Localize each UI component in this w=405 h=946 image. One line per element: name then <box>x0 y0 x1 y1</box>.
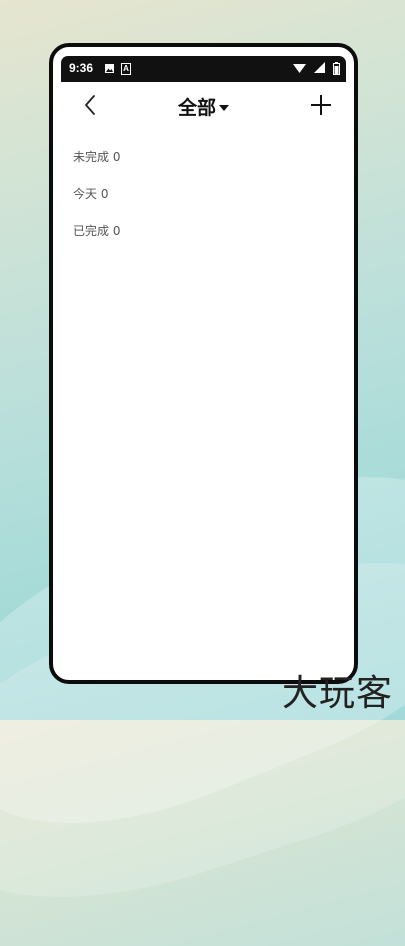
battery-icon <box>333 62 340 75</box>
title-dropdown[interactable]: 全部 <box>61 93 346 120</box>
page-title[interactable]: 全部 <box>178 93 216 120</box>
list-item-today[interactable]: 今天 0 <box>73 184 333 221</box>
phone-frame: 9:36 A 全部 未完成 0 今天 0 已完成 0 <box>49 43 358 684</box>
add-button[interactable] <box>306 90 336 120</box>
a-icon: A <box>121 63 131 75</box>
app-bar: 全部 <box>61 82 346 130</box>
status-time: 9:36 <box>69 61 94 75</box>
caret-down-icon[interactable] <box>219 104 229 112</box>
status-bar: 9:36 A <box>61 56 346 82</box>
plus-icon <box>311 95 331 115</box>
list-item-incomplete[interactable]: 未完成 0 <box>73 147 333 184</box>
image-icon <box>105 64 114 73</box>
watermark-logo: 大玩客 <box>281 673 393 714</box>
wifi-icon <box>292 64 306 73</box>
status-right-icons <box>290 62 340 76</box>
signal-icon <box>313 62 325 73</box>
task-filter-list: 未完成 0 今天 0 已完成 0 <box>73 147 333 258</box>
list-item-completed[interactable]: 已完成 0 <box>73 221 333 258</box>
